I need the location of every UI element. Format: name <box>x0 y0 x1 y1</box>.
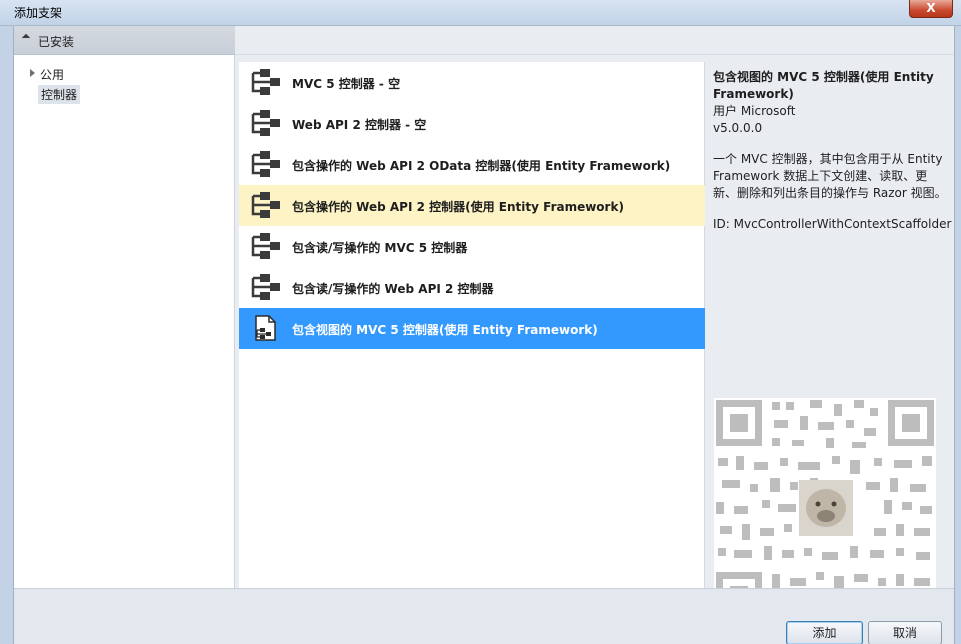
details-id: ID: MvcControllerWithContextScaffolder <box>713 217 952 231</box>
list-item-label: 包含操作的 Web API 2 OData 控制器(使用 Entity Fram… <box>292 159 671 173</box>
list-item-selected[interactable]: 包含视图的 MVC 5 控制器(使用 Entity Framework) <box>239 308 705 349</box>
list-item-label: 包含读/写操作的 MVC 5 控制器 <box>292 241 468 255</box>
qr-code-image <box>714 398 936 620</box>
controller-icon <box>251 233 280 259</box>
list-item-hovered[interactable]: 包含操作的 Web API 2 控制器(使用 Entity Framework) <box>239 185 705 226</box>
dialog-client: 已安装 公用 控制器 MVC 5 控制器 - 空 Web API 2 控制器 -… <box>14 26 954 644</box>
list-item[interactable]: 包含读/写操作的 MVC 5 控制器 <box>239 226 705 267</box>
details-title: 包含视图的 MVC 5 控制器(使用 Entity Framework) <box>713 70 934 101</box>
list-item[interactable]: Web API 2 控制器 - 空 <box>239 103 705 144</box>
close-button[interactable]: X <box>909 0 953 18</box>
window-frame-right <box>954 26 961 644</box>
list-header-strip <box>235 26 954 55</box>
collapse-arrow-icon[interactable] <box>21 33 31 43</box>
cancel-button[interactable]: 取消 <box>868 621 942 644</box>
tree-item-controller[interactable]: 控制器 <box>38 85 81 104</box>
list-item-label: 包含视图的 MVC 5 控制器(使用 Entity Framework) <box>292 323 598 337</box>
list-item[interactable]: 包含读/写操作的 Web API 2 控制器 <box>239 267 705 308</box>
installed-header[interactable]: 已安装 <box>14 26 235 55</box>
details-author: 用户 Microsoft <box>713 104 796 118</box>
category-tree: 已安装 公用 控制器 <box>14 26 235 588</box>
details-version: v5.0.0.0 <box>713 121 763 135</box>
list-item[interactable]: 包含操作的 Web API 2 OData 控制器(使用 Entity Fram… <box>239 144 705 185</box>
controller-icon <box>251 192 280 218</box>
title-bar: 添加支架 X <box>0 0 961 26</box>
window-frame-left <box>0 26 14 644</box>
tree-item-label: 控制器 <box>41 88 78 102</box>
scaffold-list: MVC 5 控制器 - 空 Web API 2 控制器 - 空 包含操作的 We… <box>239 62 705 588</box>
list-item-label: 包含读/写操作的 Web API 2 控制器 <box>292 282 494 296</box>
details-pane: 包含视图的 MVC 5 控制器(使用 Entity Framework) 用户 … <box>713 69 952 233</box>
list-item-label: 包含操作的 Web API 2 控制器(使用 Entity Framework) <box>292 200 624 214</box>
tree-item-public[interactable]: 公用 <box>30 66 65 83</box>
controller-icon <box>251 110 280 136</box>
add-button[interactable]: 添加 <box>786 621 863 644</box>
controller-icon <box>251 151 280 177</box>
installed-header-label: 已安装 <box>38 35 75 49</box>
details-description: 一个 MVC 控制器，其中包含用于从 Entity Framework 数据上下… <box>713 152 947 200</box>
tree-item-label: 公用 <box>40 68 65 82</box>
list-item[interactable]: MVC 5 控制器 - 空 <box>239 62 705 103</box>
expand-arrow-icon[interactable] <box>30 69 35 77</box>
controller-with-views-icon <box>255 315 276 341</box>
list-item-label: MVC 5 控制器 - 空 <box>292 77 401 91</box>
window-title: 添加支架 <box>14 6 63 20</box>
list-item-label: Web API 2 控制器 - 空 <box>292 118 427 132</box>
controller-icon <box>251 274 280 300</box>
controller-icon <box>251 69 280 95</box>
